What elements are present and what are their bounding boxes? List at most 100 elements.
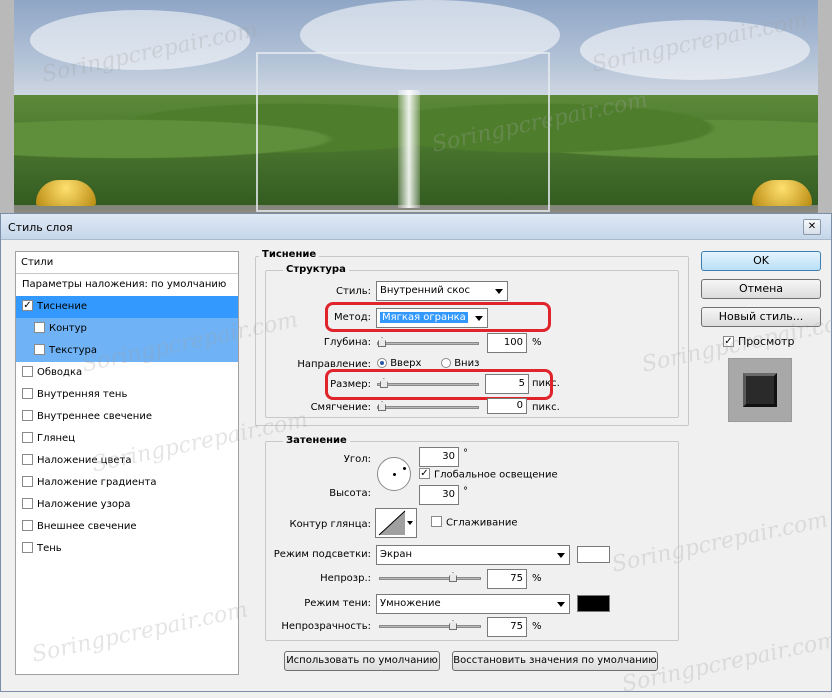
style-item-label: Обводка [37,367,83,378]
style-item-outer-glow[interactable]: Внешнее свечение [16,516,238,538]
shadow-opacity-input[interactable]: 75 [487,617,527,637]
shading-title: Затенение [283,435,350,446]
style-item-gradient-overlay[interactable]: Наложение градиента [16,472,238,494]
soften-input[interactable]: 0 [487,398,527,414]
style-item-contour[interactable]: Контур [16,318,238,340]
angle-label: Угол: [343,454,371,465]
style-item-label: Внутренняя тень [37,389,128,400]
antialias-label: Сглаживание [446,517,518,529]
close-icon[interactable]: ✕ [803,219,821,235]
style-item-inner-glow[interactable]: Внутреннее свечение [16,406,238,428]
direction-down-label: Вниз [454,358,480,369]
style-item-pattern-overlay[interactable]: Наложение узора [16,494,238,516]
bevel-section-title: Тиснение [259,249,320,260]
direction-down-radio[interactable] [441,358,451,368]
style-checkbox-stroke[interactable] [22,365,33,377]
shadow-mode-label: Режим тени: [304,598,371,609]
dialog-titlebar: Стиль слоя ✕ [1,214,831,240]
global-light-label: Глобальное освещение [434,469,558,481]
new-style-button[interactable]: Новый стиль... [701,307,821,327]
layer-style-dialog: Стиль слоя ✕ Стили Параметры наложения: … [0,213,832,692]
style-checkbox-bevel[interactable]: ✓ [22,299,33,311]
chevron-down-icon [557,553,565,558]
style-preview-thumbnail [728,358,792,422]
preview-option[interactable]: ✓ Просмотр [723,335,794,348]
style-checkbox-inner-glow[interactable] [22,409,33,421]
cancel-button[interactable]: Отмена [701,279,821,299]
style-item-texture[interactable]: Текстура [16,340,238,362]
direction-up-radio[interactable] [377,358,387,368]
style-checkbox-contour[interactable] [34,321,45,333]
style-item-stroke[interactable]: Обводка [16,362,238,384]
structure-title: Структура [283,264,349,275]
highlight-mode-dropdown[interactable]: Экран [376,545,570,565]
styles-header[interactable]: Стили [16,252,238,274]
style-item-bevel[interactable]: ✓ Тиснение [16,296,238,318]
direction-down-option[interactable]: Вниз [441,358,479,369]
style-item-label: Тень [37,543,62,554]
style-dropdown[interactable]: Внутренний скос [376,281,508,301]
highlight-opacity-slider[interactable] [379,572,481,582]
altitude-unit: ° [463,486,468,497]
preview-checkbox[interactable]: ✓ [723,335,734,347]
background-photo [0,0,832,213]
angle-dial[interactable] [377,457,411,491]
shadow-mode-dropdown[interactable]: Умножение [376,594,570,614]
soften-slider[interactable] [377,401,479,411]
antialias-option[interactable]: Сглаживание [431,516,518,529]
reset-default-button[interactable]: Восстановить значения по умолчанию [452,651,658,671]
shadow-opacity-label: Непрозрачность: [281,621,371,632]
shadow-opacity-unit: % [532,621,542,632]
style-checkbox-pattern-overlay[interactable] [22,497,33,509]
style-item-label: Наложение градиента [37,477,157,488]
shadow-opacity-slider[interactable] [379,620,481,630]
shadow-mode-value: Умножение [380,598,441,609]
style-item-color-overlay[interactable]: Наложение цвета [16,450,238,472]
highlight-mode-value: Экран [380,549,413,560]
chevron-down-icon [495,289,503,294]
angle-input[interactable]: 30 [419,447,459,467]
depth-slider[interactable] [377,337,479,347]
style-item-label: Внешнее свечение [37,521,137,532]
blending-options-item[interactable]: Параметры наложения: по умолчанию [16,274,238,296]
shadow-color-swatch[interactable] [577,595,610,612]
soften-unit: пикс. [532,402,560,413]
highlight-mode-label: Режим подсветки: [273,549,371,560]
highlight-color-swatch[interactable] [577,546,610,563]
style-item-label: Наложение узора [37,499,131,510]
highlight-opacity-input[interactable]: 75 [487,569,527,589]
style-dropdown-value: Внутренний скос [380,285,471,296]
soften-label: Смягчение: [310,402,371,413]
style-checkbox-drop-shadow[interactable] [22,541,33,553]
style-checkbox-outer-glow[interactable] [22,519,33,531]
style-label: Стиль: [336,286,371,297]
gloss-contour-label: Контур глянца: [289,519,371,530]
style-item-drop-shadow[interactable]: Тень [16,538,238,560]
angle-unit: ° [463,448,468,459]
style-item-label: Текстура [49,345,98,356]
style-checkbox-inner-shadow[interactable] [22,387,33,399]
chevron-down-icon [557,602,565,607]
antialias-checkbox[interactable] [431,516,442,527]
style-item-label: Внутреннее свечение [37,411,152,422]
gloss-contour-picker[interactable] [375,508,417,538]
style-checkbox-gradient-overlay[interactable] [22,475,33,487]
method-highlight-annotation [325,302,551,332]
style-item-label: Наложение цвета [37,455,132,466]
global-light-option[interactable]: ✓ Глобальное освещение [419,468,558,481]
style-checkbox-texture[interactable] [34,343,45,355]
direction-up-option[interactable]: Вверх [377,358,421,369]
direction-up-label: Вверх [390,358,422,369]
style-item-inner-shadow[interactable]: Внутренняя тень [16,384,238,406]
ok-button[interactable]: OK [701,251,821,271]
style-item-satin[interactable]: Глянец [16,428,238,450]
chevron-down-icon [407,521,413,525]
depth-label: Глубина: [323,337,371,348]
preview-label: Просмотр [738,335,795,348]
depth-input[interactable]: 100 [487,333,527,353]
altitude-input[interactable]: 30 [419,485,459,505]
make-default-button[interactable]: Использовать по умолчанию [284,651,440,671]
style-checkbox-color-overlay[interactable] [22,453,33,465]
global-light-checkbox[interactable]: ✓ [419,468,430,479]
style-checkbox-satin[interactable] [22,431,33,443]
